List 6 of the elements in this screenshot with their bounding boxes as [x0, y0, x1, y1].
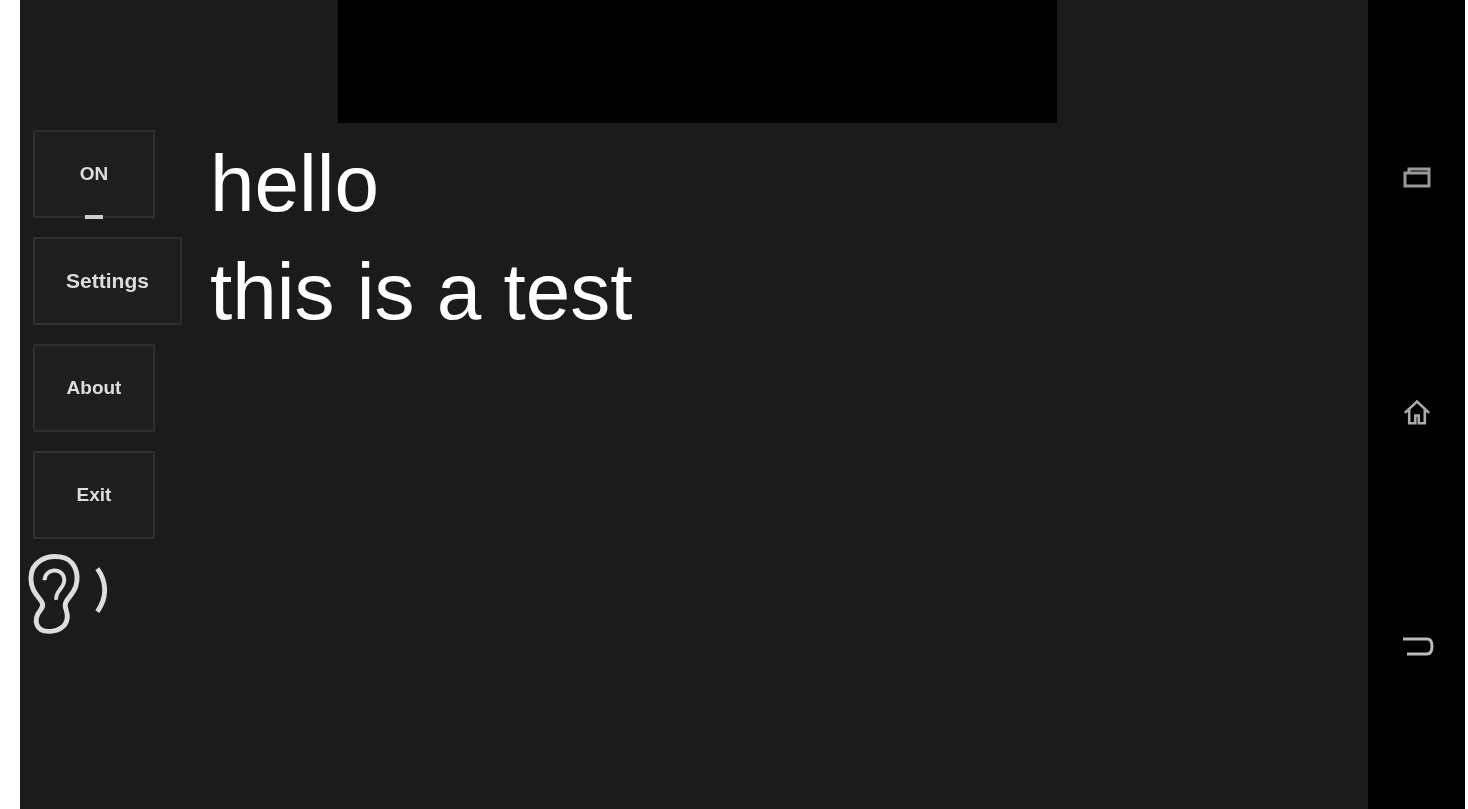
menu-button[interactable]: ON	[33, 130, 155, 218]
menu-button[interactable]: Exit	[33, 451, 155, 539]
transcript-line: this is a test	[210, 246, 633, 338]
menu-button[interactable]: About	[33, 344, 155, 432]
transcript-line: hello	[210, 138, 381, 230]
menu-button[interactable]: Settings	[33, 237, 182, 325]
